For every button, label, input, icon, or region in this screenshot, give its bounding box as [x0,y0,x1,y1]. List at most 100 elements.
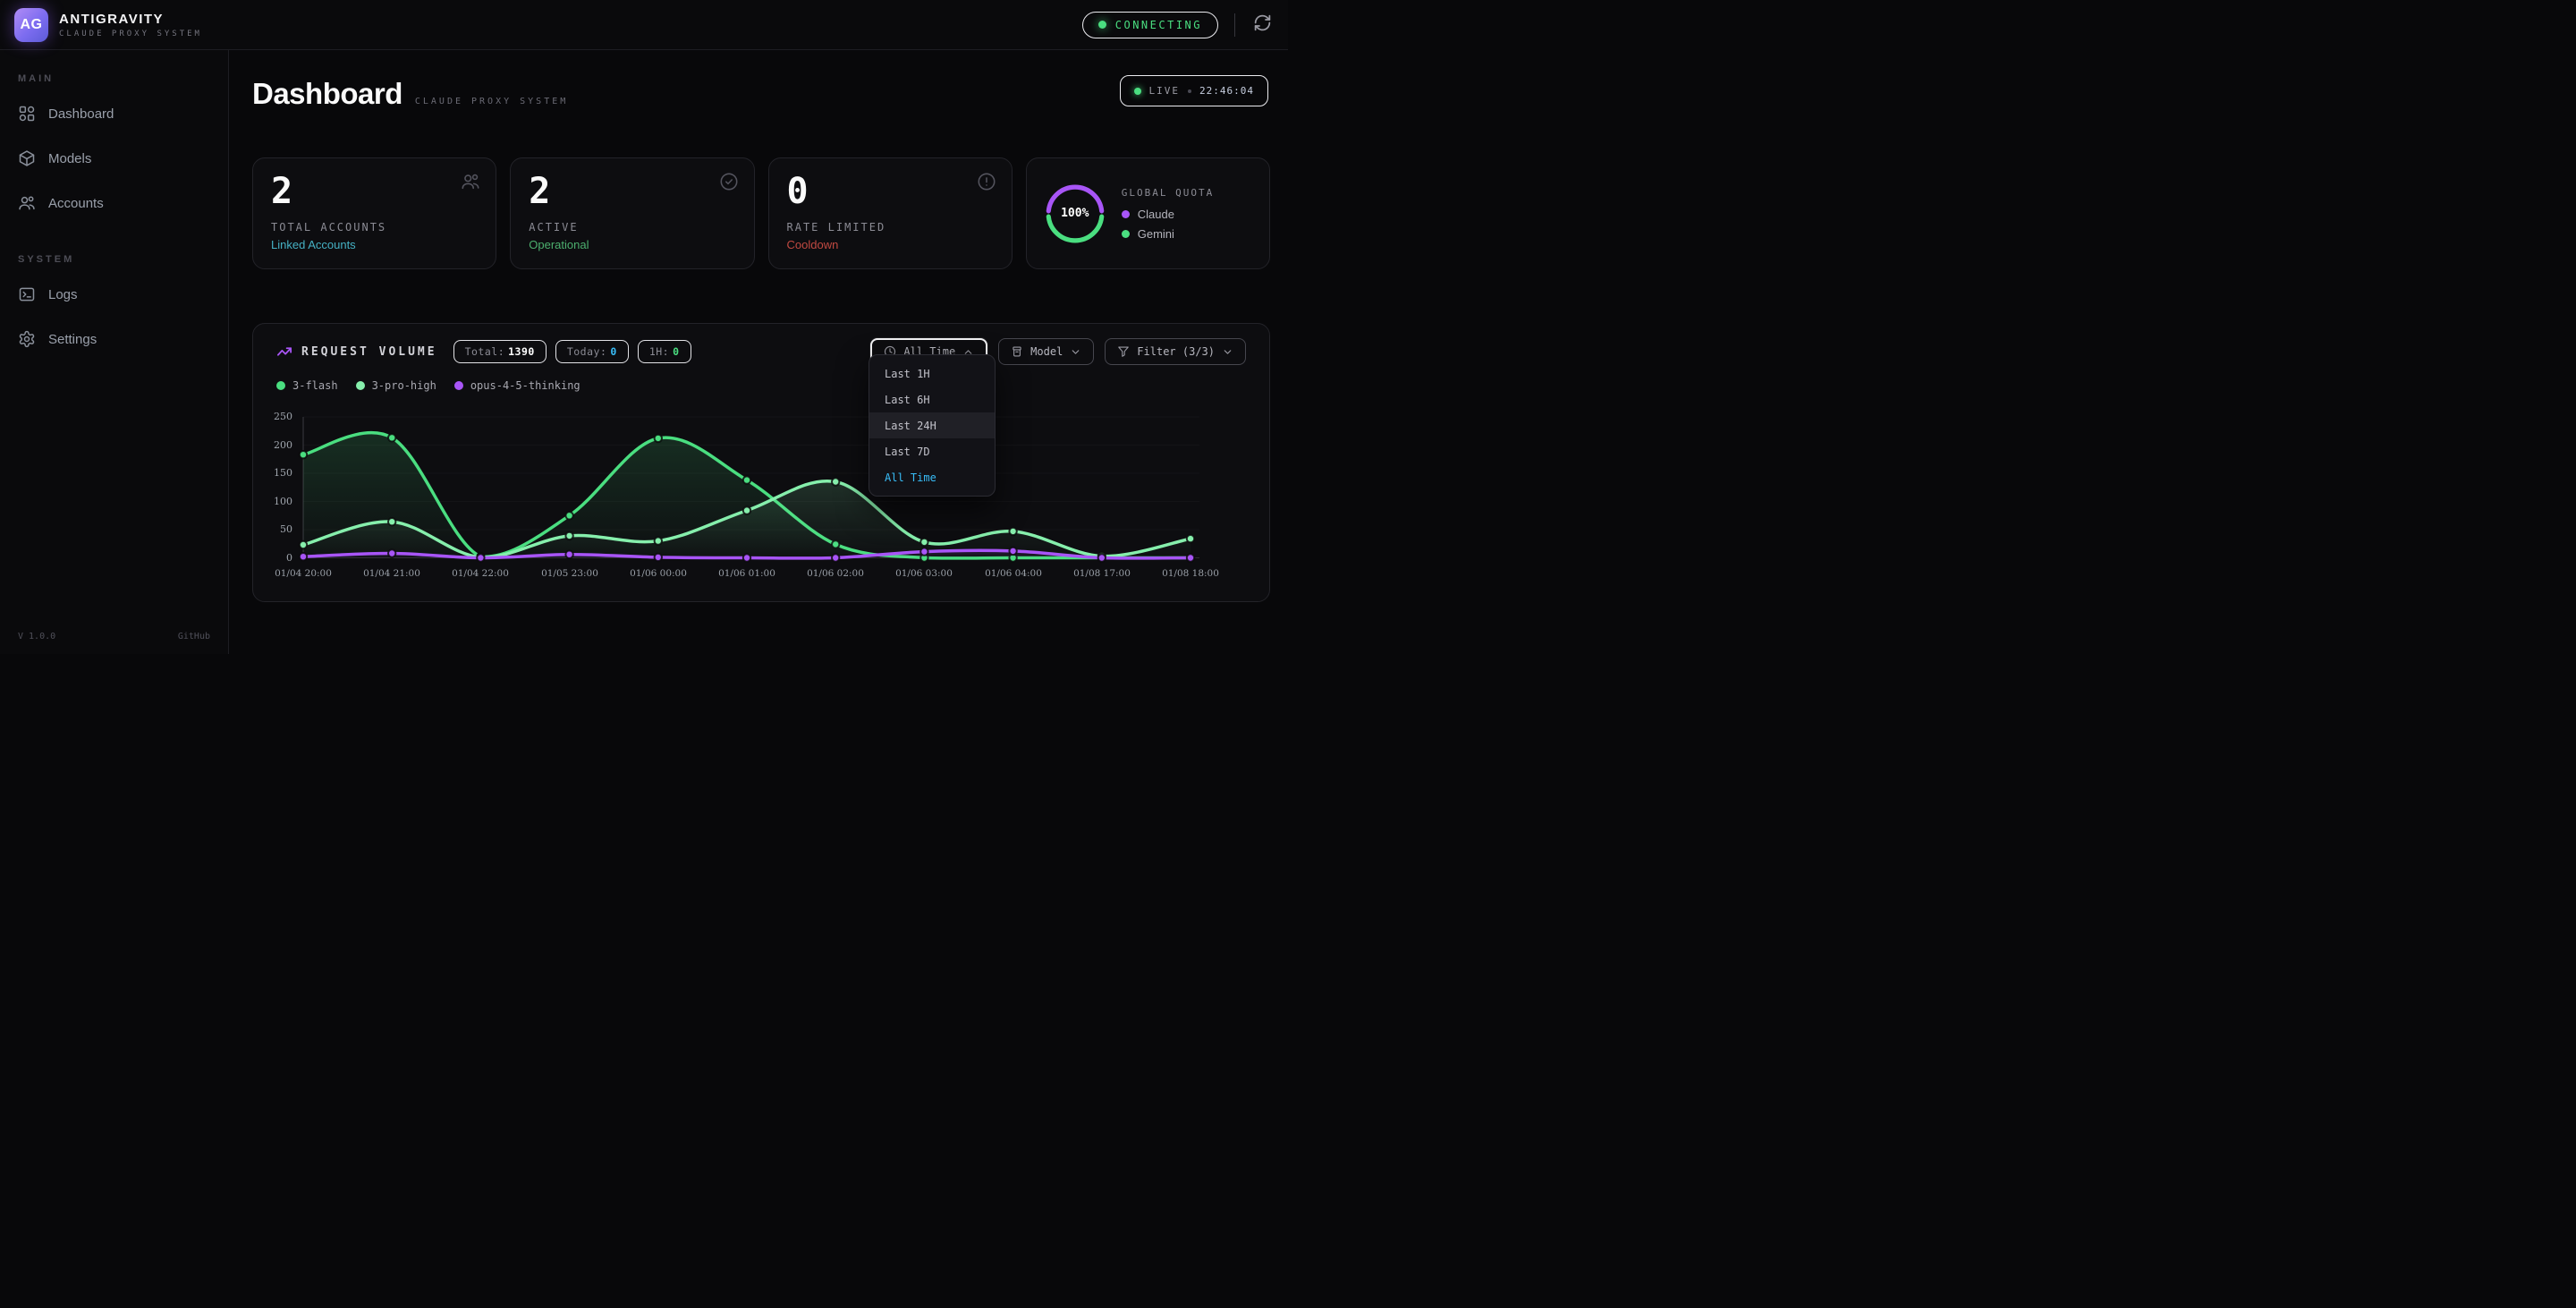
trending-up-icon [276,344,292,360]
legend-dot [454,381,463,390]
grid-icon [18,105,36,123]
app-subtitle: CLAUDE PROXY SYSTEM [59,30,202,38]
quota-percent: 100% [1045,183,1106,244]
sidebar-item-label: Settings [48,332,97,347]
gear-icon [18,330,36,348]
sidebar-item-accounts[interactable]: Accounts [9,183,219,224]
alert-circle-icon [977,172,996,191]
live-label: LIVE [1149,85,1181,97]
funnel-icon [1117,345,1130,358]
stat-card-total-accounts: 2 TOTAL ACCOUNTS Linked Accounts [252,157,496,269]
x-axis-tick: 01/04 20:00 [262,568,344,579]
check-circle-icon [719,172,739,191]
x-axis-tick: 01/04 21:00 [351,568,433,579]
legend-dot [1122,230,1130,238]
sidebar-item-label: Accounts [48,196,104,211]
trending-up-icon [276,344,292,360]
chip-today: Today:0 [555,340,629,363]
legend-name: Gemini [1138,227,1174,241]
live-dot [1134,88,1141,95]
sidebar-item-logs[interactable]: Logs [9,274,219,315]
chevron-down-icon [1070,346,1081,358]
refresh-icon [1253,13,1272,37]
x-axis-tick: 01/06 04:00 [972,568,1055,579]
sidebar: MAIN Dashboard Models Accounts SYSTEM Logs Set… [0,50,229,654]
button-label: Model [1030,345,1063,358]
github-link[interactable]: GitHub [178,632,210,641]
sidebar-item-dashboard[interactable]: Dashboard [9,93,219,134]
dropdown-item-last-1h[interactable]: Last 1H [869,361,995,386]
stat-value: 2 [529,173,735,210]
main-content: Dashboard CLAUDE PROXY SYSTEM LIVE 22:46… [229,50,1288,654]
quota-legend-item: Claude [1122,208,1214,221]
dropdown-item-last-6h[interactable]: Last 6H [869,386,995,412]
sidebar-item-settings[interactable]: Settings [9,319,219,360]
stat-value: 0 [787,173,994,210]
legend-dot [276,381,285,390]
users-icon [18,194,36,212]
terminal-icon [18,285,36,303]
stat-label: RATE LIMITED [787,221,994,234]
sidebar-section-label: MAIN [9,66,219,93]
dropdown-item-last-7d[interactable]: Last 7D [869,438,995,464]
live-clock: 22:46:04 [1199,85,1254,97]
x-axis-tick: 01/06 03:00 [883,568,965,579]
y-axis-tick: 200 [255,439,292,451]
box-icon [1011,345,1023,358]
stat-value: 2 [271,173,478,210]
model-dropdown-button[interactable]: Model [998,338,1094,365]
y-axis-tick: 150 [255,467,292,479]
chart-legend-item: opus-4-5-thinking [454,379,580,392]
chip-value: 0 [673,345,679,358]
connection-status-badge[interactable]: CONNECTING [1082,12,1218,38]
stat-card-active: 2ACTIVEOperational [510,157,754,269]
sidebar-section-label: SYSTEM [9,247,219,274]
dropdown-item-all-time[interactable]: All Time [869,464,995,490]
chip-label: Today: [567,345,607,358]
dropdown-item-last-24h[interactable]: Last 24H [869,412,995,438]
stat-sublabel: Linked Accounts [271,238,478,251]
x-axis-tick: 01/06 02:00 [794,568,877,579]
top-bar: AG ANTIGRAVITY CLAUDE PROXY SYSTEM CONNE… [0,0,1288,50]
time-range-dropdown: Last 1HLast 6HLast 24HLast 7DAll Time [869,354,996,497]
sidebar-item-label: Logs [48,287,78,302]
x-axis-tick: 01/04 22:00 [439,568,521,579]
users-icon [461,172,480,191]
y-axis-tick: 100 [255,496,292,507]
legend-name: opus-4-5-thinking [470,379,580,392]
filter-dropdown-button[interactable]: Filter (3/3) [1105,338,1246,365]
status-dot [1098,21,1106,29]
refresh-icon [1253,13,1272,32]
page-title: Dashboard [252,77,402,111]
button-label: Filter (3/3) [1137,345,1215,358]
chip-value: 1390 [508,345,535,358]
x-axis-tick: 01/05 23:00 [529,568,611,579]
brand: ANTIGRAVITY CLAUDE PROXY SYSTEM [59,12,202,38]
chart-canvas [253,410,1249,589]
stat-sublabel: Cooldown [787,238,994,251]
chip-value: 0 [610,345,616,358]
x-axis-tick: 01/08 17:00 [1061,568,1143,579]
legend-name: Claude [1138,208,1174,221]
sidebar-item-label: Dashboard [48,106,114,122]
legend-dot [1122,210,1130,218]
global-quota-card: 100%GLOBAL QUOTAClaudeGemini [1026,157,1270,269]
chart-legend-item: 3-flash [276,379,338,392]
quota-donut: 100% [1045,183,1106,244]
stat-sublabel: Operational [529,238,735,251]
stat-card-rate-limited: 0 RATE LIMITED Cooldown [768,157,1013,269]
request-volume-chart: 25020015010050001/04 20:0001/04 21:0001/… [253,410,1249,589]
chevron-down-icon [1222,346,1233,358]
x-axis-tick: 01/08 18:00 [1149,568,1232,579]
page-subtitle: CLAUDE PROXY SYSTEM [415,97,568,106]
refresh-button[interactable] [1251,12,1274,38]
chip-total: Total:1390 [453,340,547,363]
stat-label: TOTAL ACCOUNTS [271,221,478,234]
x-axis-tick: 01/06 01:00 [706,568,788,579]
live-badge: LIVE 22:46:04 [1120,75,1268,106]
chart-title: REQUEST VOLUME [301,345,437,359]
sidebar-item-models[interactable]: Models [9,138,219,179]
request-volume-card: REQUEST VOLUME Total:1390Today:01H:0 All… [252,323,1270,602]
app-title: ANTIGRAVITY [59,12,202,27]
legend-name: 3-flash [292,379,338,392]
